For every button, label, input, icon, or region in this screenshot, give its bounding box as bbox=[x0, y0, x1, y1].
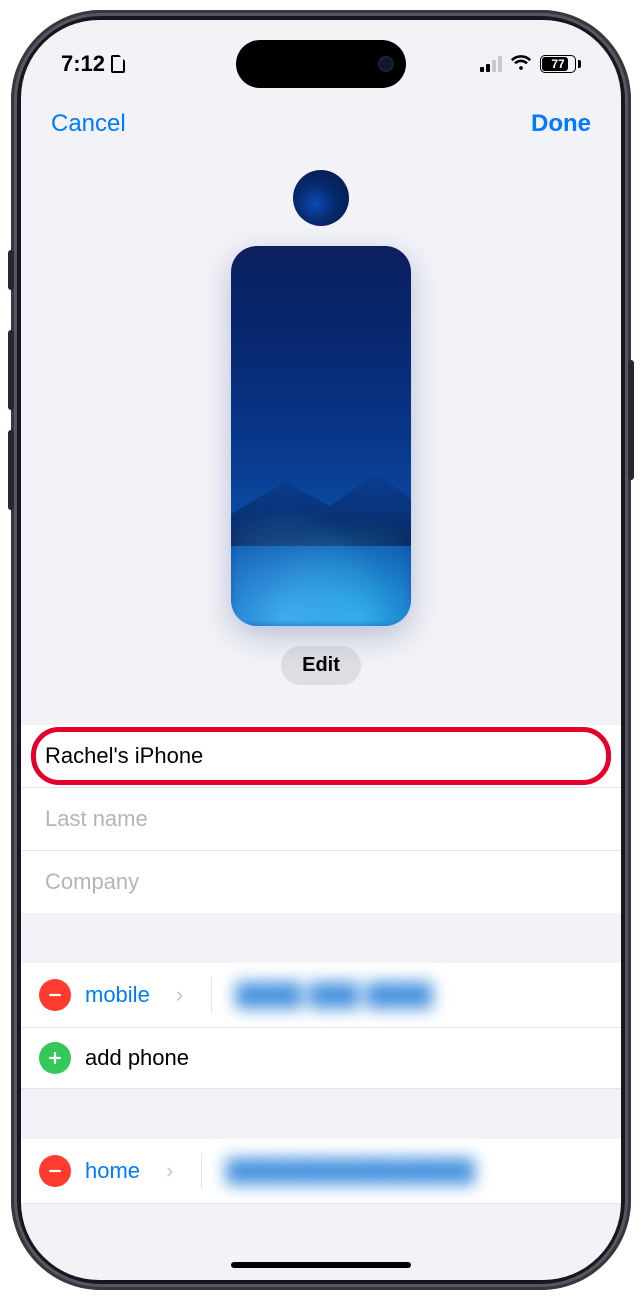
add-phone-button[interactable] bbox=[39, 1042, 71, 1074]
phone-value[interactable]: ████ ███ ████ bbox=[236, 982, 433, 1008]
chevron-right-icon: › bbox=[172, 982, 187, 1008]
edit-poster-button[interactable]: Edit bbox=[281, 646, 361, 685]
chevron-right-icon: › bbox=[162, 1158, 177, 1184]
contact-avatar[interactable] bbox=[293, 170, 349, 226]
divider bbox=[201, 1153, 202, 1189]
section-gap-2 bbox=[21, 1089, 621, 1139]
add-phone-row[interactable]: add phone bbox=[21, 1028, 621, 1089]
volume-up-button bbox=[8, 330, 14, 410]
phone-type-label[interactable]: mobile bbox=[85, 982, 158, 1008]
last-name-row[interactable] bbox=[21, 788, 621, 851]
email-type-label[interactable]: home bbox=[85, 1158, 148, 1184]
email-section: home › ███████████████ bbox=[21, 1139, 621, 1204]
iphone-frame: 7:12 77 Cancel Done bbox=[11, 10, 631, 1290]
dynamic-island bbox=[236, 40, 406, 88]
phone-entry-row[interactable]: mobile › ████ ███ ████ bbox=[21, 963, 621, 1028]
name-section bbox=[21, 725, 621, 913]
nav-bar: Cancel Done bbox=[21, 110, 621, 138]
plus-icon bbox=[46, 1049, 64, 1067]
power-button bbox=[628, 360, 634, 480]
screen: 7:12 77 Cancel Done bbox=[21, 20, 621, 1280]
side-button bbox=[8, 250, 14, 290]
content-area: Edit mobile bbox=[21, 170, 621, 1280]
company-input[interactable] bbox=[45, 869, 597, 895]
done-button[interactable]: Done bbox=[531, 110, 591, 138]
contact-poster[interactable] bbox=[231, 246, 411, 626]
cellular-icon bbox=[480, 56, 502, 72]
phone-section: mobile › ████ ███ ████ add phone bbox=[21, 963, 621, 1089]
first-name-row[interactable] bbox=[21, 725, 621, 788]
first-name-input[interactable] bbox=[45, 743, 597, 769]
company-row[interactable] bbox=[21, 851, 621, 913]
email-entry-row[interactable]: home › ███████████████ bbox=[21, 1139, 621, 1204]
status-left: 7:12 bbox=[61, 51, 125, 77]
front-camera-icon bbox=[378, 56, 394, 72]
volume-down-button bbox=[8, 430, 14, 510]
divider bbox=[211, 977, 212, 1013]
last-name-input[interactable] bbox=[45, 806, 597, 832]
add-phone-label: add phone bbox=[85, 1045, 189, 1071]
section-gap bbox=[21, 913, 621, 963]
poster-art-glow bbox=[231, 486, 411, 626]
battery-icon: 77 bbox=[540, 55, 581, 73]
status-right: 77 bbox=[480, 51, 581, 78]
email-value[interactable]: ███████████████ bbox=[226, 1158, 475, 1184]
cancel-button[interactable]: Cancel bbox=[51, 110, 126, 138]
minus-icon bbox=[46, 986, 64, 1004]
sim-icon bbox=[111, 55, 125, 73]
home-indicator[interactable] bbox=[231, 1262, 411, 1268]
remove-email-button[interactable] bbox=[39, 1155, 71, 1187]
remove-phone-button[interactable] bbox=[39, 979, 71, 1011]
status-time: 7:12 bbox=[61, 51, 105, 77]
wifi-icon bbox=[510, 51, 532, 78]
minus-icon bbox=[46, 1162, 64, 1180]
